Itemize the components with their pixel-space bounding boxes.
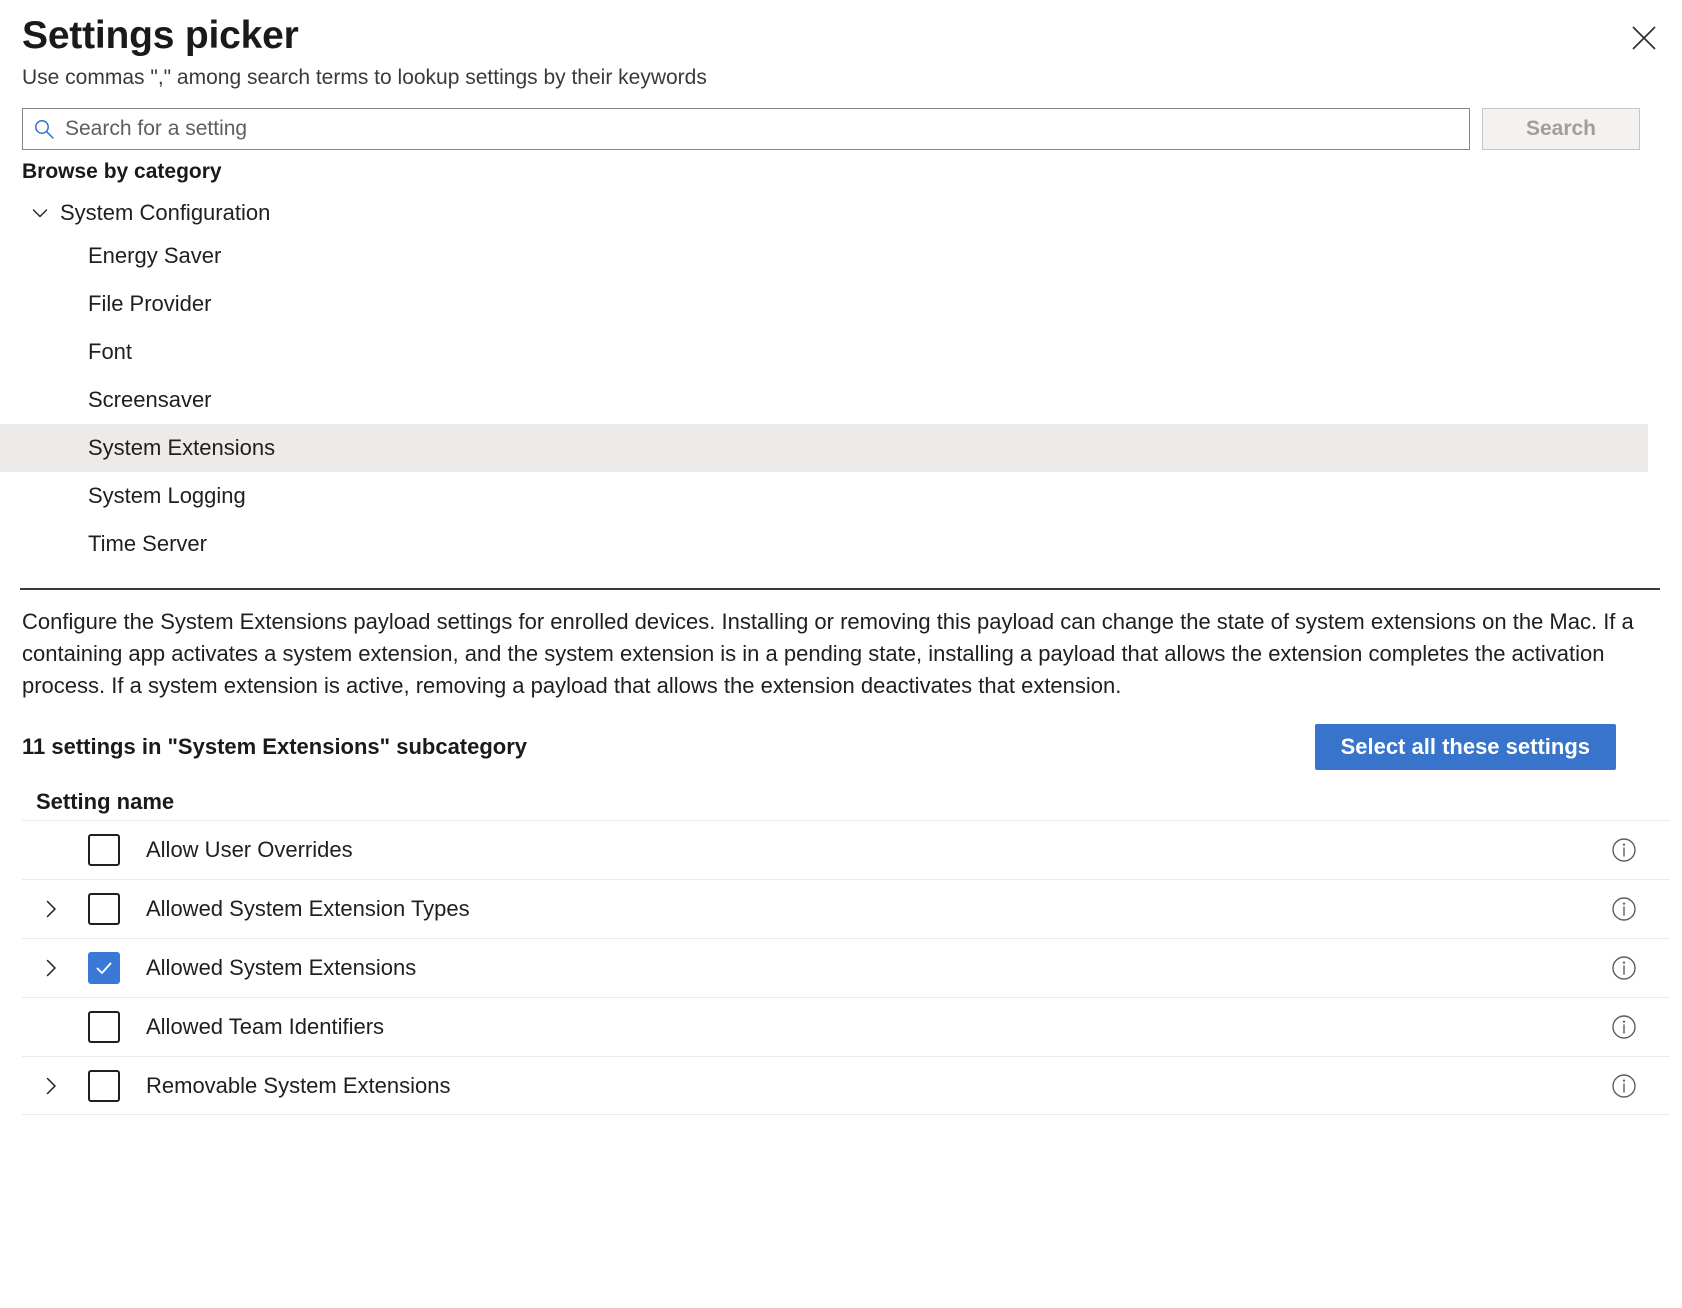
expander-cell[interactable] [28, 898, 74, 920]
payload-description: Configure the System Extensions payload … [22, 609, 1634, 698]
tree-item-label: System Extensions [88, 435, 276, 460]
expander-cell [28, 1016, 74, 1038]
select-all-settings-button[interactable]: Select all these settings [1314, 724, 1616, 770]
setting-name-label: Allowed Team Identifiers [146, 1014, 385, 1039]
table-row[interactable]: Allowed System Extension Types [22, 879, 1670, 938]
info-icon[interactable] [1610, 954, 1638, 982]
tree-item-label: Energy Saver [88, 243, 222, 268]
chevron-right-icon[interactable] [40, 1075, 62, 1097]
settings-picker-panel: Settings picker Use commas "," among sea… [0, 0, 1682, 1308]
category-tree[interactable]: System Configuration Energy Saver File P… [0, 194, 1682, 588]
sidebar-item-system-extensions[interactable]: System Extensions [0, 424, 1648, 472]
setting-checkbox[interactable] [88, 834, 120, 866]
close-icon [1629, 23, 1659, 53]
table-row[interactable]: Allowed System Extensions [22, 938, 1670, 997]
column-header-setting-name: Setting name [36, 789, 175, 814]
page-title: Settings picker [22, 14, 299, 57]
setting-name-label: Removable System Extensions [146, 1072, 451, 1098]
search-icon [33, 118, 55, 140]
search-box[interactable] [22, 108, 1470, 150]
expander-cell[interactable] [28, 1075, 74, 1097]
tree-group-system-configuration[interactable]: System Configuration [0, 194, 1682, 232]
page-subtitle: Use commas "," among search terms to loo… [22, 66, 707, 89]
sidebar-item-font[interactable]: Font [0, 328, 1648, 376]
expander-cell[interactable] [28, 957, 74, 979]
tree-item-label: Screensaver [88, 387, 212, 412]
expander-cell [28, 839, 74, 861]
table-row[interactable]: Allowed Team Identifiers [22, 997, 1670, 1056]
setting-name-label: Allow User Overrides [146, 837, 353, 862]
search-input[interactable] [65, 117, 1459, 141]
table-row[interactable]: Allow User Overrides [22, 820, 1670, 879]
settings-table: Setting name Allow User Overrides Allowe… [0, 784, 1682, 1115]
info-icon[interactable] [1610, 836, 1638, 864]
setting-name-label: Allowed System Extension Types [146, 896, 470, 921]
sidebar-item-system-logging[interactable]: System Logging [0, 472, 1648, 520]
browse-by-category-label: Browse by category [22, 160, 222, 183]
sidebar-item-screensaver[interactable]: Screensaver [0, 376, 1648, 424]
panel-header: Settings picker Use commas "," among sea… [0, 0, 1682, 92]
tree-group-label: System Configuration [60, 200, 271, 225]
sidebar-item-file-provider[interactable]: File Provider [0, 280, 1648, 328]
info-icon[interactable] [1610, 1072, 1638, 1100]
setting-checkbox[interactable] [88, 952, 120, 984]
close-button[interactable] [1624, 18, 1664, 58]
checkmark-icon [96, 962, 112, 974]
table-row[interactable]: Removable System Extensions [22, 1056, 1670, 1115]
info-icon[interactable] [1610, 1013, 1638, 1041]
settings-summary-row: 11 settings in "System Extensions" subca… [0, 702, 1682, 770]
setting-checkbox[interactable] [88, 1011, 120, 1043]
setting-checkbox[interactable] [88, 893, 120, 925]
chevron-down-icon [30, 203, 50, 223]
tree-item-label: System Logging [88, 483, 246, 508]
sidebar-item-energy-saver[interactable]: Energy Saver [0, 232, 1648, 280]
tree-item-label: Time Server [88, 531, 207, 556]
setting-name-label: Allowed System Extensions [146, 955, 417, 980]
sidebar-item-time-server[interactable]: Time Server [0, 520, 1648, 568]
search-row: Search [0, 92, 1682, 150]
tree-item-label: File Provider [88, 291, 212, 316]
search-button[interactable]: Search [1482, 108, 1640, 150]
info-icon[interactable] [1610, 895, 1638, 923]
chevron-right-icon[interactable] [40, 898, 62, 920]
settings-count-text: 11 settings in "System Extensions" subca… [22, 734, 528, 759]
tree-item-label: Font [88, 339, 133, 364]
chevron-right-icon[interactable] [40, 957, 62, 979]
setting-checkbox[interactable] [88, 1069, 120, 1102]
